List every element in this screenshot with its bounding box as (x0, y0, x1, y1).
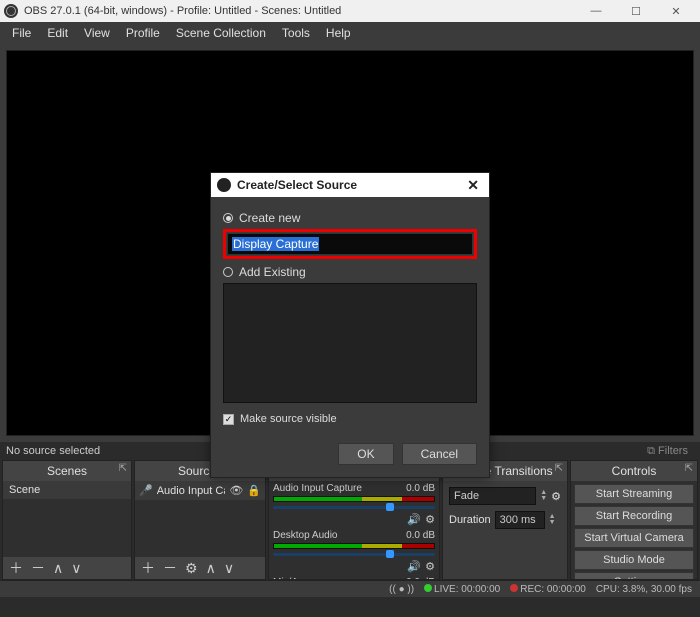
modal-backdrop: Create/Select Source ✕ Create new Displa… (0, 0, 700, 617)
close-icon[interactable]: ✕ (463, 177, 483, 194)
source-name-input[interactable]: Display Capture (227, 233, 473, 255)
existing-sources-list[interactable] (223, 283, 477, 403)
checkbox-checked-icon: ✓ (223, 414, 234, 425)
make-visible-checkbox[interactable]: ✓ Make source visible (223, 413, 477, 425)
create-select-source-dialog: Create/Select Source ✕ Create new Displa… (210, 172, 490, 478)
create-new-label: Create new (239, 211, 300, 225)
cancel-button[interactable]: Cancel (402, 443, 477, 465)
radio-checked-icon (223, 213, 233, 223)
dialog-title: Create/Select Source (237, 178, 357, 192)
dialog-titlebar: Create/Select Source ✕ (211, 173, 489, 197)
create-new-radio[interactable]: Create new (223, 211, 477, 225)
radio-unchecked-icon (223, 267, 233, 277)
ok-button[interactable]: OK (338, 443, 393, 465)
add-existing-label: Add Existing (239, 265, 306, 279)
app-logo-icon (217, 178, 231, 192)
make-visible-label: Make source visible (240, 413, 337, 425)
add-existing-radio[interactable]: Add Existing (223, 265, 477, 279)
annotation-highlight: Display Capture (223, 229, 477, 259)
